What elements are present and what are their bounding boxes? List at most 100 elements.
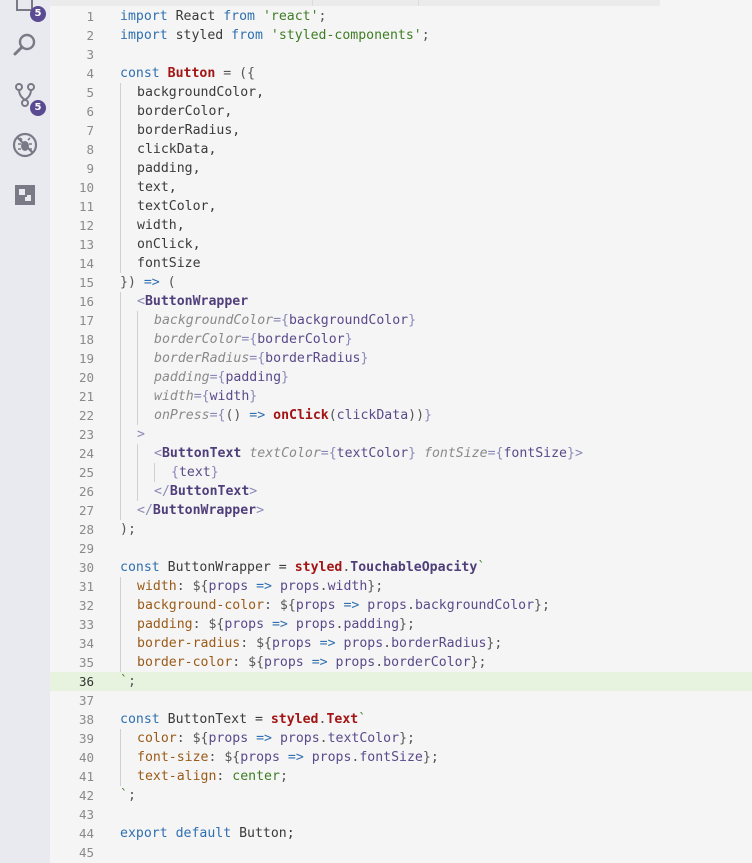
code-line[interactable]: 33 padding: ${props => props.padding}; [50, 615, 752, 634]
code-token: props [208, 731, 249, 746]
line-number: 26 [78, 484, 94, 499]
code-line[interactable]: 45 [50, 843, 752, 862]
code-token: styled [270, 712, 319, 727]
code-line[interactable]: 42 `; [50, 786, 752, 805]
code-line[interactable]: 23 > [50, 425, 752, 444]
debug-button[interactable] [10, 132, 40, 162]
code-line[interactable]: 40 font-size: ${props => props.fontSize}; [50, 748, 752, 767]
explorer-button[interactable]: 5 [10, 0, 46, 22]
code-line[interactable]: 34 border-radius: ${props => props.border… [50, 634, 752, 653]
code-token: ` [358, 712, 367, 727]
indent-guide [120, 577, 121, 596]
code-token: props [367, 598, 407, 613]
code-line[interactable]: 24 <ButtonText textColor={textColor} font… [50, 444, 752, 463]
code-line[interactable]: 26 </ButtonText> [50, 482, 752, 501]
line-number: 17 [78, 313, 94, 328]
code-token: color [137, 731, 177, 746]
line-number: 18 [78, 332, 94, 347]
code-line[interactable]: 20 padding={padding} [50, 368, 752, 387]
code-line[interactable]: 4 const Button = ({ [50, 64, 752, 83]
extensions-button[interactable] [10, 182, 40, 212]
line-code: background-color: ${props => props.backg… [137, 596, 550, 615]
code-token: text-align [137, 769, 217, 784]
code-token: ButtonWrapper [152, 503, 257, 518]
line-number: 41 [78, 769, 94, 784]
code-token: export [120, 826, 168, 841]
code-line[interactable]: 5 backgroundColor, [50, 83, 752, 102]
line-number: 31 [78, 579, 94, 594]
line-code: textColor, [137, 197, 216, 216]
code-line[interactable]: 21 width={width} [50, 387, 752, 406]
line-number: 3 [86, 47, 94, 62]
line-code: font-size: ${props => props.fontSize}; [137, 748, 439, 767]
code-line[interactable]: 13 onClick, [50, 235, 752, 254]
code-line[interactable]: 17 backgroundColor={backgroundColor} [50, 311, 752, 330]
code-line[interactable]: 11 textColor, [50, 197, 752, 216]
line-number: 6 [86, 104, 94, 119]
code-line[interactable]: 10 text, [50, 178, 752, 197]
code-line[interactable]: 27 </ButtonWrapper> [50, 501, 752, 520]
indent-guide [120, 368, 121, 387]
code-line[interactable]: 32 background-color: ${props => props.bac… [50, 596, 752, 615]
line-number: 12 [78, 218, 94, 233]
line-code: width: ${props => props.width}; [137, 577, 383, 596]
code-line[interactable]: 18 borderColor={borderColor} [50, 330, 752, 349]
code-line[interactable]: 39 color: ${props => props.textColor}; [50, 729, 752, 748]
code-token: > [249, 484, 258, 499]
code-token: border-color [137, 655, 233, 670]
code-line[interactable]: 12 width, [50, 216, 752, 235]
code-token: padding [343, 617, 400, 632]
line-number: 20 [78, 370, 94, 385]
indent-guide [120, 235, 121, 254]
explorer-badge: 5 [30, 6, 46, 22]
code-token: TouchableOpacity [350, 560, 478, 575]
code-line[interactable]: 31 width: ${props => props.width}; [50, 577, 752, 596]
code-token: props [279, 579, 320, 594]
code-token: => [303, 655, 336, 670]
code-line[interactable]: 7 borderRadius, [50, 121, 752, 140]
code-line[interactable]: 19 borderRadius={borderRadius} [50, 349, 752, 368]
code-line[interactable]: 22 onPress={() => onClick(clickData))} [50, 406, 752, 425]
code-line[interactable]: 3 [50, 45, 752, 64]
search-button[interactable] [10, 32, 40, 62]
code-line[interactable]: 15}) => ( [50, 273, 752, 292]
code-editor[interactable]: 1 import React from 'react'; 2 import style… [50, 0, 752, 863]
code-token: border-radius [137, 636, 241, 651]
line-code: padding, [137, 159, 201, 178]
code-line[interactable]: 30 const ButtonWrapper = styled.Touchable… [50, 558, 752, 577]
code-line[interactable]: 37 [50, 691, 752, 710]
code-line[interactable]: 29 [50, 539, 752, 558]
code-line[interactable]: 6 borderColor, [50, 102, 752, 121]
code-line[interactable]: 14 fontSize [50, 254, 752, 273]
code-line[interactable]: 9 padding, [50, 159, 752, 178]
indent-guide [120, 83, 121, 102]
code-line[interactable]: 28); [50, 520, 752, 539]
line-number: 29 [78, 541, 94, 556]
code-token: => [335, 598, 368, 613]
code-line[interactable]: 25 {text} [50, 463, 752, 482]
code-token: ={ [487, 446, 504, 461]
code-token: onClick, [137, 237, 201, 252]
code-token: ` [120, 674, 128, 689]
code-line[interactable]: 35 border-color: ${props => props.borderC… [50, 653, 752, 672]
code-line[interactable]: 44 export default Button; [50, 824, 752, 843]
code-token: clickData [336, 408, 409, 423]
code-line[interactable]: 43 [50, 805, 752, 824]
activity-bar: 5 5 [0, 0, 50, 863]
line-code: onClick, [137, 235, 201, 254]
code-line[interactable]: 2 import styled from 'styled-components'; [50, 26, 752, 45]
code-token: props [295, 598, 336, 613]
source-control-button[interactable]: 5 [10, 82, 46, 116]
line-number: 42 [78, 788, 94, 803]
code-line[interactable]: 38 const ButtonText = styled.Text` [50, 710, 752, 729]
code-line[interactable]: 1 import React from 'react'; [50, 7, 752, 26]
code-token: background-color [137, 598, 265, 613]
code-token: : ${ [240, 636, 272, 651]
code-line[interactable]: 36 `; [50, 672, 752, 691]
code-token: padding, [137, 161, 201, 176]
code-token: ButtonWrapper = [159, 560, 295, 575]
code-line[interactable]: 8 clickData, [50, 140, 752, 159]
code-line[interactable]: 41 text-align: center; [50, 767, 752, 786]
code-line[interactable]: 16 <ButtonWrapper [50, 292, 752, 311]
